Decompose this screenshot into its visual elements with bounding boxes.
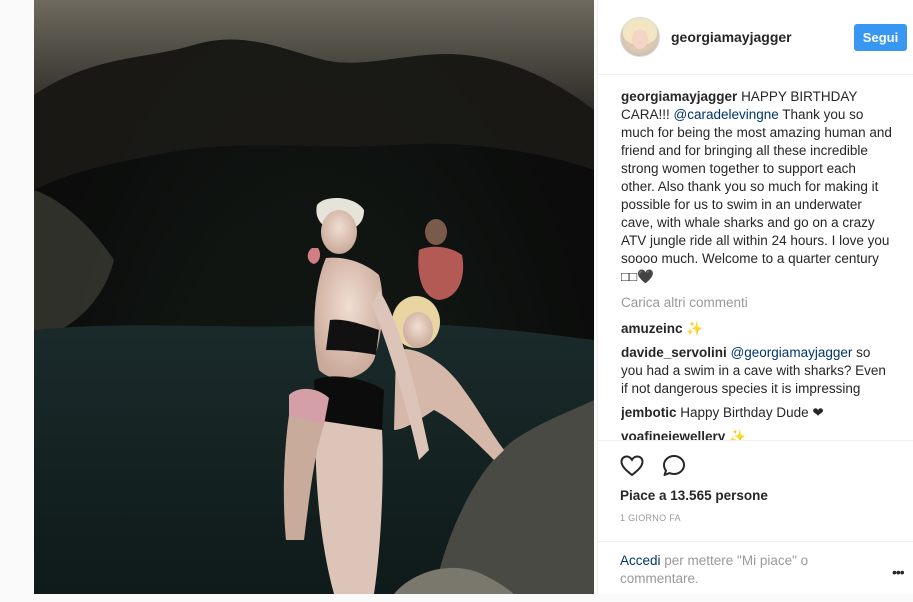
- main-person-torso: [314, 257, 383, 379]
- post-header: georgiamayjagger Segui: [598, 0, 913, 75]
- avatar[interactable]: [620, 17, 660, 57]
- comment-item: jembotic Happy Birthday Dude ❤: [621, 404, 893, 422]
- main-person-tongue: [307, 248, 321, 264]
- comment-item: amuzeinc ✨: [621, 320, 893, 338]
- login-text-block: Accedi per mettere "Mi piace" o commenta…: [620, 552, 840, 588]
- post-actions: Piace a 13.565 persone 1 GIORNO FA Acced…: [598, 440, 913, 586]
- comment-text: ✨: [725, 429, 746, 440]
- comment-item: davide_servolini @georgiamayjagger so yo…: [621, 344, 893, 398]
- avatar-face: [632, 29, 648, 49]
- login-prompt: Accedi per mettere "Mi piace" o commenta…: [598, 541, 913, 602]
- comment-text: Happy Birthday Dude ❤: [676, 405, 824, 420]
- comments-section[interactable]: georgiamayjagger HAPPY BIRTHDAY CARA!!! …: [621, 88, 893, 440]
- comment-mention[interactable]: @georgiamayjagger: [731, 345, 853, 360]
- caption-text-end: Thank you so much for being the most ama…: [621, 107, 892, 284]
- post-username[interactable]: georgiamayjagger: [671, 29, 792, 45]
- post-time-ago: 1 GIORNO FA: [620, 513, 681, 523]
- comment-username[interactable]: amuzeinc: [621, 321, 683, 336]
- load-more-comments[interactable]: Carica altri commenti: [621, 294, 893, 312]
- post-caption: georgiamayjagger HAPPY BIRTHDAY CARA!!! …: [621, 88, 893, 286]
- comment-item: voafinejewellery ✨: [621, 428, 893, 440]
- post-details-panel: georgiamayjagger Segui georgiamayjagger …: [597, 0, 913, 594]
- comment-username[interactable]: voafinejewellery: [621, 429, 725, 440]
- heart-icon[interactable]: [619, 453, 645, 479]
- background-person-body: [418, 246, 464, 300]
- background-person-head: [425, 219, 447, 245]
- post-photo[interactable]: [34, 0, 594, 594]
- comment-username[interactable]: davide_servolini: [621, 345, 727, 360]
- more-options-icon[interactable]: •••: [892, 564, 905, 580]
- second-person-face: [403, 312, 433, 348]
- left-rock-wall: [34, 190, 114, 340]
- cave-photo-illustration: [34, 0, 594, 594]
- likes-count[interactable]: Piace a 13.565 persone: [620, 488, 768, 503]
- caption-username[interactable]: georgiamayjagger: [621, 89, 737, 104]
- caption-mention[interactable]: @caradelevingne: [674, 107, 779, 122]
- main-person-head: [321, 210, 357, 254]
- login-link[interactable]: Accedi: [620, 553, 661, 568]
- comment-text: ✨: [682, 321, 704, 336]
- speech-bubble-icon[interactable]: [661, 453, 687, 479]
- follow-button[interactable]: Segui: [854, 24, 907, 51]
- comment-username[interactable]: jembotic: [621, 405, 677, 420]
